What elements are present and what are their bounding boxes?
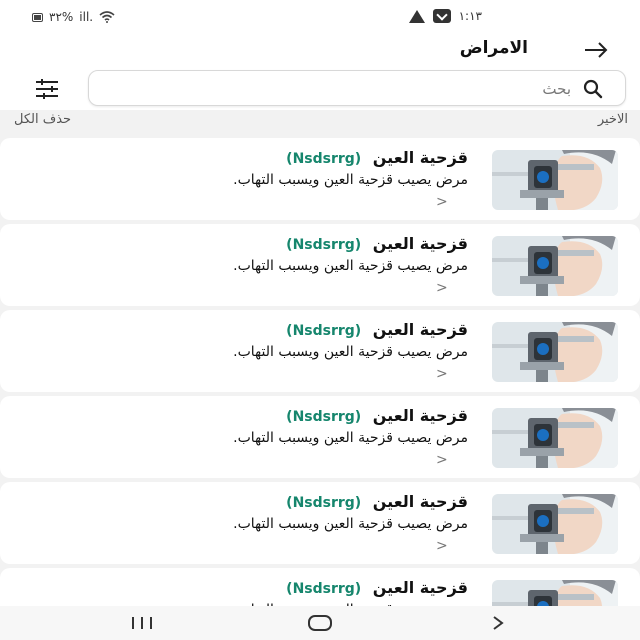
card-title-text: قزحية العين [372, 234, 468, 253]
status-right: ١:١٣ [408, 9, 482, 23]
system-nav-bar [0, 606, 640, 640]
card-title: قزحية العين (Nsdsrrg) [286, 578, 468, 597]
warning-icon [408, 9, 425, 23]
chevron-icon: > [436, 366, 448, 382]
card-code: (Nsdsrrg) [286, 581, 362, 597]
chevron-icon: > [436, 194, 448, 210]
wifi-icon [99, 11, 115, 23]
eye-exam-image [492, 494, 618, 554]
section-header: الاخير حذف الكل [0, 110, 640, 134]
disease-card[interactable]: قزحية العين (Nsdsrrg) مرض يصيب قزحية الع… [0, 138, 640, 220]
disease-card[interactable]: قزحية العين (Nsdsrrg) مرض يصيب قزحية الع… [0, 396, 640, 478]
card-title-text: قزحية العين [372, 406, 468, 425]
battery-percent: ٣٢% [49, 10, 74, 24]
eye-exam-thumbnail [492, 322, 618, 382]
card-title: قزحية العين (Nsdsrrg) [286, 148, 468, 167]
notification-icon [432, 9, 451, 23]
card-description: مرض يصيب قزحية العين ويسبب التهاب. [233, 430, 468, 446]
filter-icon[interactable] [34, 78, 60, 100]
eye-exam-thumbnail [492, 580, 618, 606]
disease-card[interactable]: قزحية العين (Nsdsrrg) مرض يصيب قزحية الع… [0, 224, 640, 306]
search-row [0, 70, 640, 108]
disease-list: قزحية العين (Nsdsrrg) مرض يصيب قزحية الع… [0, 134, 640, 606]
card-description: مرض يصيب قزحية العين ويسبب التهاب. [233, 516, 468, 532]
search-input[interactable] [151, 77, 571, 101]
home-icon[interactable] [300, 612, 340, 634]
disease-card[interactable]: قزحية العين (Nsdsrrg) مرض يصيب قزحية الع… [0, 482, 640, 564]
page-title: الامراض [459, 38, 528, 58]
eye-exam-thumbnail [492, 408, 618, 468]
card-title: قزحية العين (Nsdsrrg) [286, 406, 468, 425]
recent-label: الاخير [597, 112, 628, 127]
eye-exam-thumbnail [492, 150, 618, 210]
card-code: (Nsdsrrg) [286, 495, 362, 511]
card-title-text: قزحية العين [372, 320, 468, 339]
recent-apps-icon[interactable] [122, 612, 162, 634]
card-title-text: قزحية العين [372, 578, 468, 597]
card-code: (Nsdsrrg) [286, 237, 362, 253]
disease-card[interactable]: قزحية العين (Nsdsrrg) مرض يصيب قزحية الع… [0, 310, 640, 392]
card-description: مرض يصيب قزحية العين ويسبب التهاب. [233, 258, 468, 274]
search-box [88, 70, 626, 106]
status-left: ٣٢% ill. [32, 10, 115, 24]
eye-exam-image [492, 408, 618, 468]
app-header: الامراض [0, 36, 640, 64]
signal-text: ill. [79, 10, 94, 24]
card-description: مرض يصيب قزحية العين ويسبب التهاب. [233, 344, 468, 360]
eye-exam-image [492, 236, 618, 296]
eye-exam-thumbnail [492, 236, 618, 296]
status-time: ١:١٣ [458, 9, 482, 23]
disease-card[interactable]: قزحية العين (Nsdsrrg) مرض يصيب قزحية الع… [0, 568, 640, 606]
card-title: قزحية العين (Nsdsrrg) [286, 492, 468, 511]
chevron-icon: > [436, 452, 448, 468]
status-bar: ٣٢% ill. ١:١٣ [0, 0, 640, 36]
eye-exam-thumbnail [492, 494, 618, 554]
card-description: مرض يصيب قزحية العين ويسبب التهاب. [233, 172, 468, 188]
search-icon[interactable] [583, 79, 603, 99]
chevron-icon: > [436, 280, 448, 296]
eye-exam-image [492, 580, 618, 606]
chevron-icon: > [436, 538, 448, 554]
back-icon[interactable] [478, 612, 518, 634]
eye-exam-image [492, 322, 618, 382]
arrow-right-icon[interactable] [582, 38, 610, 62]
card-title-text: قزحية العين [372, 492, 468, 511]
card-code: (Nsdsrrg) [286, 151, 362, 167]
clear-all-button[interactable]: حذف الكل [14, 112, 71, 127]
card-code: (Nsdsrrg) [286, 409, 362, 425]
card-title: قزحية العين (Nsdsrrg) [286, 320, 468, 339]
eye-exam-image [492, 150, 618, 210]
card-title: قزحية العين (Nsdsrrg) [286, 234, 468, 253]
card-title-text: قزحية العين [372, 148, 468, 167]
battery-icon [32, 12, 43, 22]
card-code: (Nsdsrrg) [286, 323, 362, 339]
